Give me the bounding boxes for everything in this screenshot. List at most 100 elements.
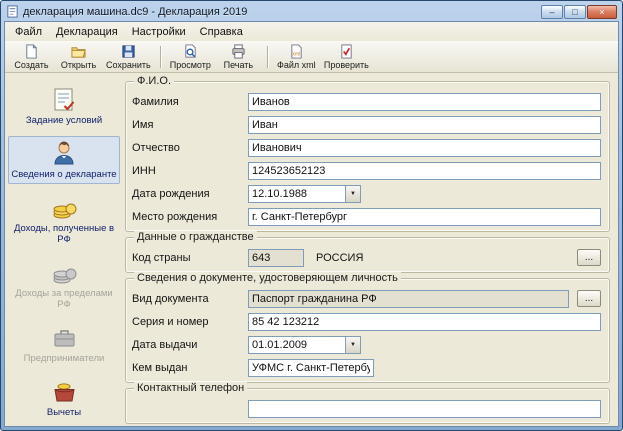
form-row: Серия и номер	[132, 310, 603, 333]
sidebar-item-label: Вычеты	[46, 407, 82, 418]
main-area: Задание условий Сведения о декларанте До…	[5, 73, 618, 426]
country-name-text: РОССИЯ	[316, 251, 364, 264]
group-title: Ф.И.О.	[134, 75, 174, 87]
xml-file-icon: xml	[289, 44, 304, 59]
sidebar-item-declarant[interactable]: Сведения о декларанте	[8, 136, 120, 184]
incomes-rf-icon	[51, 194, 78, 221]
dropdown-arrow-icon[interactable]: ▼	[345, 184, 361, 203]
incomes-abroad-icon	[51, 259, 78, 286]
new-document-icon	[24, 44, 39, 59]
menu-help[interactable]: Справка	[193, 24, 250, 40]
print-icon	[231, 44, 246, 59]
document-group: Сведения о документе, удостоверяющем лич…	[125, 272, 610, 383]
toolbar-button-label: Сохранить	[106, 60, 151, 70]
form-row: Вид документа ...	[132, 287, 603, 310]
window-controls: – □ ×	[541, 4, 617, 19]
sidebar-item-income-abroad: Доходы за пределами РФ	[8, 255, 120, 314]
save-icon	[121, 44, 136, 59]
menu-declaration[interactable]: Декларация	[49, 24, 125, 40]
create-button[interactable]: Создать	[8, 43, 55, 71]
check-icon	[339, 44, 354, 59]
field-label: Вид документа	[132, 292, 209, 305]
sidebar-item-entrepreneurs: Предприниматели	[8, 320, 120, 368]
field-label: Имя	[132, 118, 154, 131]
form-row: Код страны РОССИЯ ...	[132, 246, 603, 269]
window-title: декларация машина.dc9 - Декларация 2019	[23, 5, 248, 18]
preview-icon	[183, 44, 198, 59]
issue-date-combo: ▼	[248, 335, 361, 354]
open-folder-icon	[71, 44, 86, 59]
field-label: Дата выдачи	[132, 338, 198, 351]
country-code-input	[248, 248, 304, 267]
sidebar-item-deductions[interactable]: Вычеты	[8, 374, 120, 422]
check-button[interactable]: Проверить	[320, 43, 373, 71]
field-label: Кем выдан	[132, 361, 188, 374]
toolbar-button-label: Файл xml	[277, 60, 316, 70]
minimize-button[interactable]: –	[541, 4, 563, 19]
surname-input[interactable]	[248, 92, 601, 111]
document-type-input	[248, 289, 569, 308]
firstname-input[interactable]	[248, 115, 601, 134]
inn-input[interactable]	[248, 161, 601, 180]
group-title: Контактный телефон	[134, 382, 248, 394]
entrepreneurs-icon	[51, 324, 78, 351]
form-row: Дата выдачи ▼	[132, 333, 603, 356]
window-body: Файл Декларация Настройки Справка Создат…	[4, 21, 619, 427]
sidebar-item-conditions[interactable]: Задание условий	[8, 82, 120, 130]
patronymic-input[interactable]	[248, 138, 601, 157]
series-number-input[interactable]	[248, 312, 601, 331]
form-row: Имя	[132, 113, 603, 136]
toolbar-button-label: Печать	[223, 60, 254, 70]
field-label: Отчество	[132, 141, 180, 154]
issue-date-input[interactable]	[248, 335, 345, 354]
citizenship-group: Данные о гражданстве Код страны РОССИЯ .…	[125, 231, 610, 273]
sidebar-item-label: Задание условий	[25, 115, 103, 126]
toolbar-separator	[266, 46, 268, 68]
birth-date-input[interactable]	[248, 184, 345, 203]
toolbar-separator	[159, 46, 161, 68]
conditions-icon	[51, 86, 78, 113]
fio-group: Ф.И.О. Фамилия Имя Отчество ИНН	[125, 75, 610, 232]
menu-settings[interactable]: Настройки	[125, 24, 193, 40]
field-label: Серия и номер	[132, 315, 209, 328]
app-icon	[6, 5, 19, 18]
phone-input[interactable]	[248, 399, 601, 418]
sidebar-item-label: Доходы, полученные в РФ	[13, 223, 115, 245]
form-row: Дата рождения ▼	[132, 182, 603, 205]
menu-file[interactable]: Файл	[8, 24, 49, 40]
title-bar[interactable]: декларация машина.dc9 - Декларация 2019 …	[4, 3, 619, 21]
toolbar-button-label: Создать	[14, 60, 49, 70]
document-browse-button[interactable]: ...	[577, 290, 601, 307]
sidebar-item-income-rf[interactable]: Доходы, полученные в РФ	[8, 190, 120, 249]
form-row: Отчество	[132, 136, 603, 159]
declarant-icon	[51, 140, 78, 167]
country-browse-button[interactable]: ...	[577, 249, 601, 266]
save-button[interactable]: Сохранить	[102, 43, 155, 71]
svg-text:xml: xml	[292, 51, 300, 57]
field-label: Код страны	[132, 251, 191, 264]
app-window: декларация машина.dc9 - Декларация 2019 …	[0, 0, 623, 431]
toolbar-button-label: Открыть	[60, 60, 97, 70]
print-button[interactable]: Печать	[215, 43, 262, 71]
birth-date-combo: ▼	[248, 184, 361, 203]
deductions-icon	[51, 378, 78, 405]
form-row: Кем выдан	[132, 356, 603, 379]
birth-place-input[interactable]	[248, 207, 601, 226]
preview-button[interactable]: Просмотр	[166, 43, 215, 71]
toolbar: Создать Открыть Сохранить Просмотр Печат…	[5, 41, 618, 73]
toolbar-button-label: Просмотр	[169, 60, 211, 70]
sidebar-item-label: Предприниматели	[23, 353, 105, 364]
form-row: Фамилия	[132, 90, 603, 113]
xml-file-button[interactable]: xml Файл xml	[273, 43, 320, 71]
form-row	[132, 397, 603, 420]
field-label: Фамилия	[132, 95, 179, 108]
open-button[interactable]: Открыть	[55, 43, 102, 71]
dropdown-arrow-icon[interactable]: ▼	[345, 335, 361, 354]
issued-by-input[interactable]	[248, 358, 374, 377]
sidebar: Задание условий Сведения о декларанте До…	[5, 73, 123, 426]
field-label: ИНН	[132, 164, 156, 177]
form-row: ИНН	[132, 159, 603, 182]
maximize-button[interactable]: □	[564, 4, 586, 19]
close-button[interactable]: ×	[587, 4, 617, 19]
group-title: Сведения о документе, удостоверяющем лич…	[134, 272, 401, 284]
